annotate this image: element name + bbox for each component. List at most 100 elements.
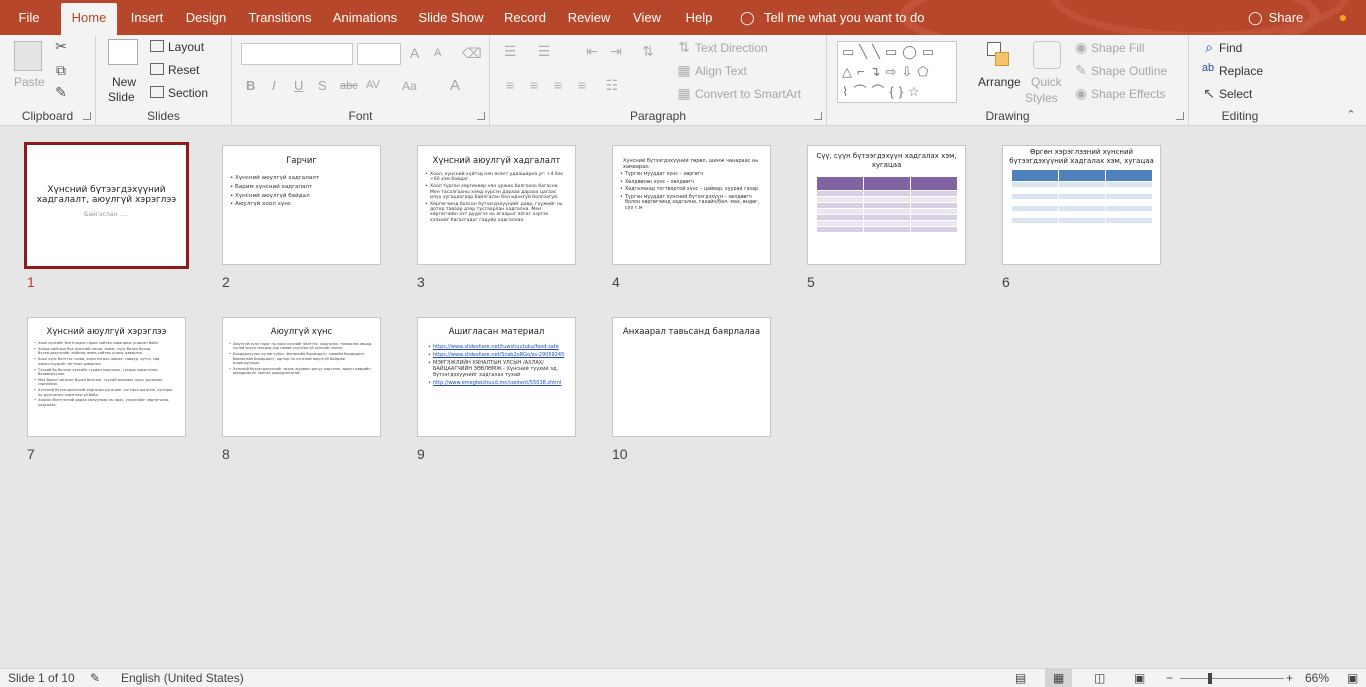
- copy-icon[interactable]: ⧉: [52, 62, 70, 79]
- font-color-button[interactable]: A: [450, 77, 460, 94]
- list-item: Мах болон загасыг бүрэн болгож, түүхий м…: [34, 378, 177, 387]
- underline-button[interactable]: U: [294, 78, 303, 93]
- tab-insert[interactable]: Insert: [125, 0, 169, 35]
- reset-button[interactable]: Reset: [168, 63, 199, 77]
- new-slide-icon[interactable]: [108, 39, 138, 65]
- tab-record[interactable]: Record: [498, 0, 552, 35]
- bold-button[interactable]: B: [246, 78, 255, 93]
- convert-smartart-button[interactable]: Convert to SmartArt: [695, 87, 801, 101]
- decrease-indent-icon[interactable]: ⇤: [582, 43, 602, 60]
- slide-thumbnail-7[interactable]: Хүнсний аюулгүй хэрэглээ Хоол хүнсийг бэ…: [27, 317, 186, 437]
- quick-styles-label-2[interactable]: Styles: [1025, 91, 1058, 105]
- quick-styles-label-1[interactable]: Quick: [1031, 75, 1062, 89]
- slide-number-5: 5: [807, 274, 815, 290]
- format-painter-icon[interactable]: ✎: [52, 84, 70, 101]
- shape-outline-button[interactable]: Shape Outline: [1091, 64, 1167, 78]
- cut-icon[interactable]: ✂: [52, 38, 70, 55]
- tab-file[interactable]: File: [8, 0, 50, 35]
- grow-font-icon[interactable]: A: [410, 45, 419, 61]
- justify-icon[interactable]: ≡: [572, 77, 592, 93]
- align-center-icon[interactable]: ≡: [524, 77, 544, 93]
- shadow-button[interactable]: S: [318, 78, 327, 93]
- slide-thumbnail-6[interactable]: Өргөн хэрэглээний хүнсний бүтээгдэхүүний…: [1002, 145, 1161, 265]
- strikethrough-button[interactable]: abc: [340, 80, 358, 92]
- reset-icon: [150, 63, 164, 75]
- zoom-slider[interactable]: [1180, 678, 1284, 679]
- paragraph-launcher-icon[interactable]: [814, 112, 822, 120]
- drawing-launcher-icon[interactable]: [1176, 112, 1184, 120]
- slide-number-3: 3: [417, 274, 425, 290]
- select-button[interactable]: Select: [1219, 87, 1252, 101]
- shrink-font-icon[interactable]: A: [434, 47, 441, 59]
- zoom-out-icon[interactable]: −: [1166, 671, 1173, 685]
- bullets-icon[interactable]: ☰: [500, 43, 520, 60]
- tab-animations[interactable]: Animations: [326, 0, 404, 35]
- tab-view[interactable]: View: [626, 0, 668, 35]
- slide-thumbnail-5[interactable]: Сүү, сүүн бүтээгдэхүүн хадгалах хэм, хуг…: [807, 145, 966, 265]
- font-name-combo[interactable]: [241, 43, 353, 65]
- reference-link-1[interactable]: https://www.slideshare.net/tuwshuutuku/f…: [428, 344, 567, 350]
- section-button[interactable]: Section: [168, 86, 208, 100]
- slide-show-view-icon[interactable]: ▣: [1134, 671, 1145, 685]
- increase-indent-icon[interactable]: ⇥: [606, 43, 626, 60]
- font-size-combo[interactable]: [357, 43, 401, 65]
- text-direction-button[interactable]: Text Direction: [695, 41, 768, 55]
- language-indicator[interactable]: English (United States): [121, 671, 244, 685]
- paste-button[interactable]: Paste: [14, 75, 45, 89]
- columns-icon[interactable]: ☷: [602, 77, 622, 94]
- slide-number-6: 6: [1002, 274, 1010, 290]
- align-text-button[interactable]: Align Text: [695, 64, 747, 78]
- tell-me-search[interactable]: ◯ Tell me what you want to do: [740, 0, 924, 35]
- new-slide-label-2[interactable]: Slide: [108, 90, 135, 104]
- layout-button[interactable]: Layout: [168, 40, 204, 54]
- tab-help[interactable]: Help: [678, 0, 720, 35]
- slide-number-7: 7: [27, 446, 35, 462]
- reference-link-2[interactable]: https://www.slideshare.net/Scab2oRGo/ss-…: [428, 352, 567, 358]
- list-item: Түргэн мууддаг хүнс – хөргөгч: [620, 172, 762, 178]
- font-launcher-icon[interactable]: [477, 112, 485, 120]
- clipboard-launcher-icon[interactable]: [83, 112, 91, 120]
- change-case-button[interactable]: Aa: [402, 79, 417, 93]
- tab-home[interactable]: Home: [61, 3, 117, 35]
- zoom-in-icon[interactable]: +: [1286, 671, 1293, 685]
- list-item: Хоол, хүнсний хүйтэд нян өсөлт удааширна…: [425, 172, 567, 182]
- tab-slide-show[interactable]: Slide Show: [414, 0, 488, 35]
- zoom-slider-thumb[interactable]: [1208, 673, 1212, 684]
- new-slide-label-1[interactable]: New: [112, 75, 136, 89]
- slide-thumbnail-3[interactable]: Хүнсний аюулгүй хадгалалт Хоол, хүнсний …: [417, 145, 576, 265]
- tab-design[interactable]: Design: [180, 0, 232, 35]
- align-left-icon[interactable]: ≡: [500, 77, 520, 93]
- reading-view-icon[interactable]: ◫: [1094, 671, 1105, 685]
- tab-transitions[interactable]: Transitions: [244, 0, 316, 35]
- slide-thumbnail-8[interactable]: Аюулгүй хүнс Аюулгүй хүнс гэдэг нь хоол …: [222, 317, 381, 437]
- slide-thumbnail-10[interactable]: Анхаарал тавьсанд баярлалаа: [612, 317, 771, 437]
- slide-thumbnail-1[interactable]: Хүнсний бүтээгдэхүүний хадгалалт, аюулгү…: [24, 142, 189, 269]
- fit-to-window-icon[interactable]: ▣: [1347, 671, 1358, 685]
- zoom-level[interactable]: 66%: [1305, 671, 1329, 685]
- reference-link-3[interactable]: http://www.emegteichuud.mn/content/55038…: [428, 380, 567, 386]
- replace-button[interactable]: Replace: [1219, 64, 1263, 78]
- share-button[interactable]: ◯ Share: [1248, 0, 1303, 35]
- align-right-icon[interactable]: ≡: [548, 77, 568, 93]
- shapes-gallery[interactable]: ▭╲╲▭◯▭ △⌐↴⇨⇩⬠ ⌇⌒⌒{}☆: [837, 41, 957, 103]
- italic-button[interactable]: I: [272, 78, 276, 93]
- shape-fill-button[interactable]: Shape Fill: [1091, 41, 1144, 55]
- tab-review[interactable]: Review: [562, 0, 616, 35]
- collapse-ribbon-icon[interactable]: ⌃: [1344, 108, 1358, 121]
- paste-icon[interactable]: [14, 41, 42, 71]
- arrange-button[interactable]: Arrange: [978, 75, 1021, 89]
- find-button[interactable]: Find: [1219, 41, 1242, 55]
- notes-icon[interactable]: ✎: [90, 671, 100, 685]
- slide-thumbnail-2[interactable]: Гарчиг Хүнсний аюулгүй хадгалалт Барим х…: [222, 145, 381, 265]
- normal-view-icon[interactable]: ▤: [1015, 671, 1026, 685]
- slide-sorter-view-icon[interactable]: ▦: [1045, 669, 1073, 687]
- slide-thumbnail-9[interactable]: Ашигласан материал https://www.slideshar…: [417, 317, 576, 437]
- clear-format-icon[interactable]: ⌫: [462, 45, 482, 62]
- numbering-icon[interactable]: ☰: [534, 43, 554, 60]
- line-spacing-icon[interactable]: ⇅: [638, 43, 658, 60]
- slide-thumbnail-4[interactable]: Хүнсний бүтээгдэхүүний төрөл, шинж чанар…: [612, 145, 771, 265]
- character-spacing-button[interactable]: AV: [366, 79, 380, 91]
- drawing-group: ▭╲╲▭◯▭ △⌐↴⇨⇩⬠ ⌇⌒⌒{}☆ Arrange Quick Styles …: [827, 35, 1189, 126]
- slides-group: New Slide Layout Reset Section Slides: [96, 35, 232, 126]
- shape-effects-button[interactable]: Shape Effects: [1091, 87, 1166, 101]
